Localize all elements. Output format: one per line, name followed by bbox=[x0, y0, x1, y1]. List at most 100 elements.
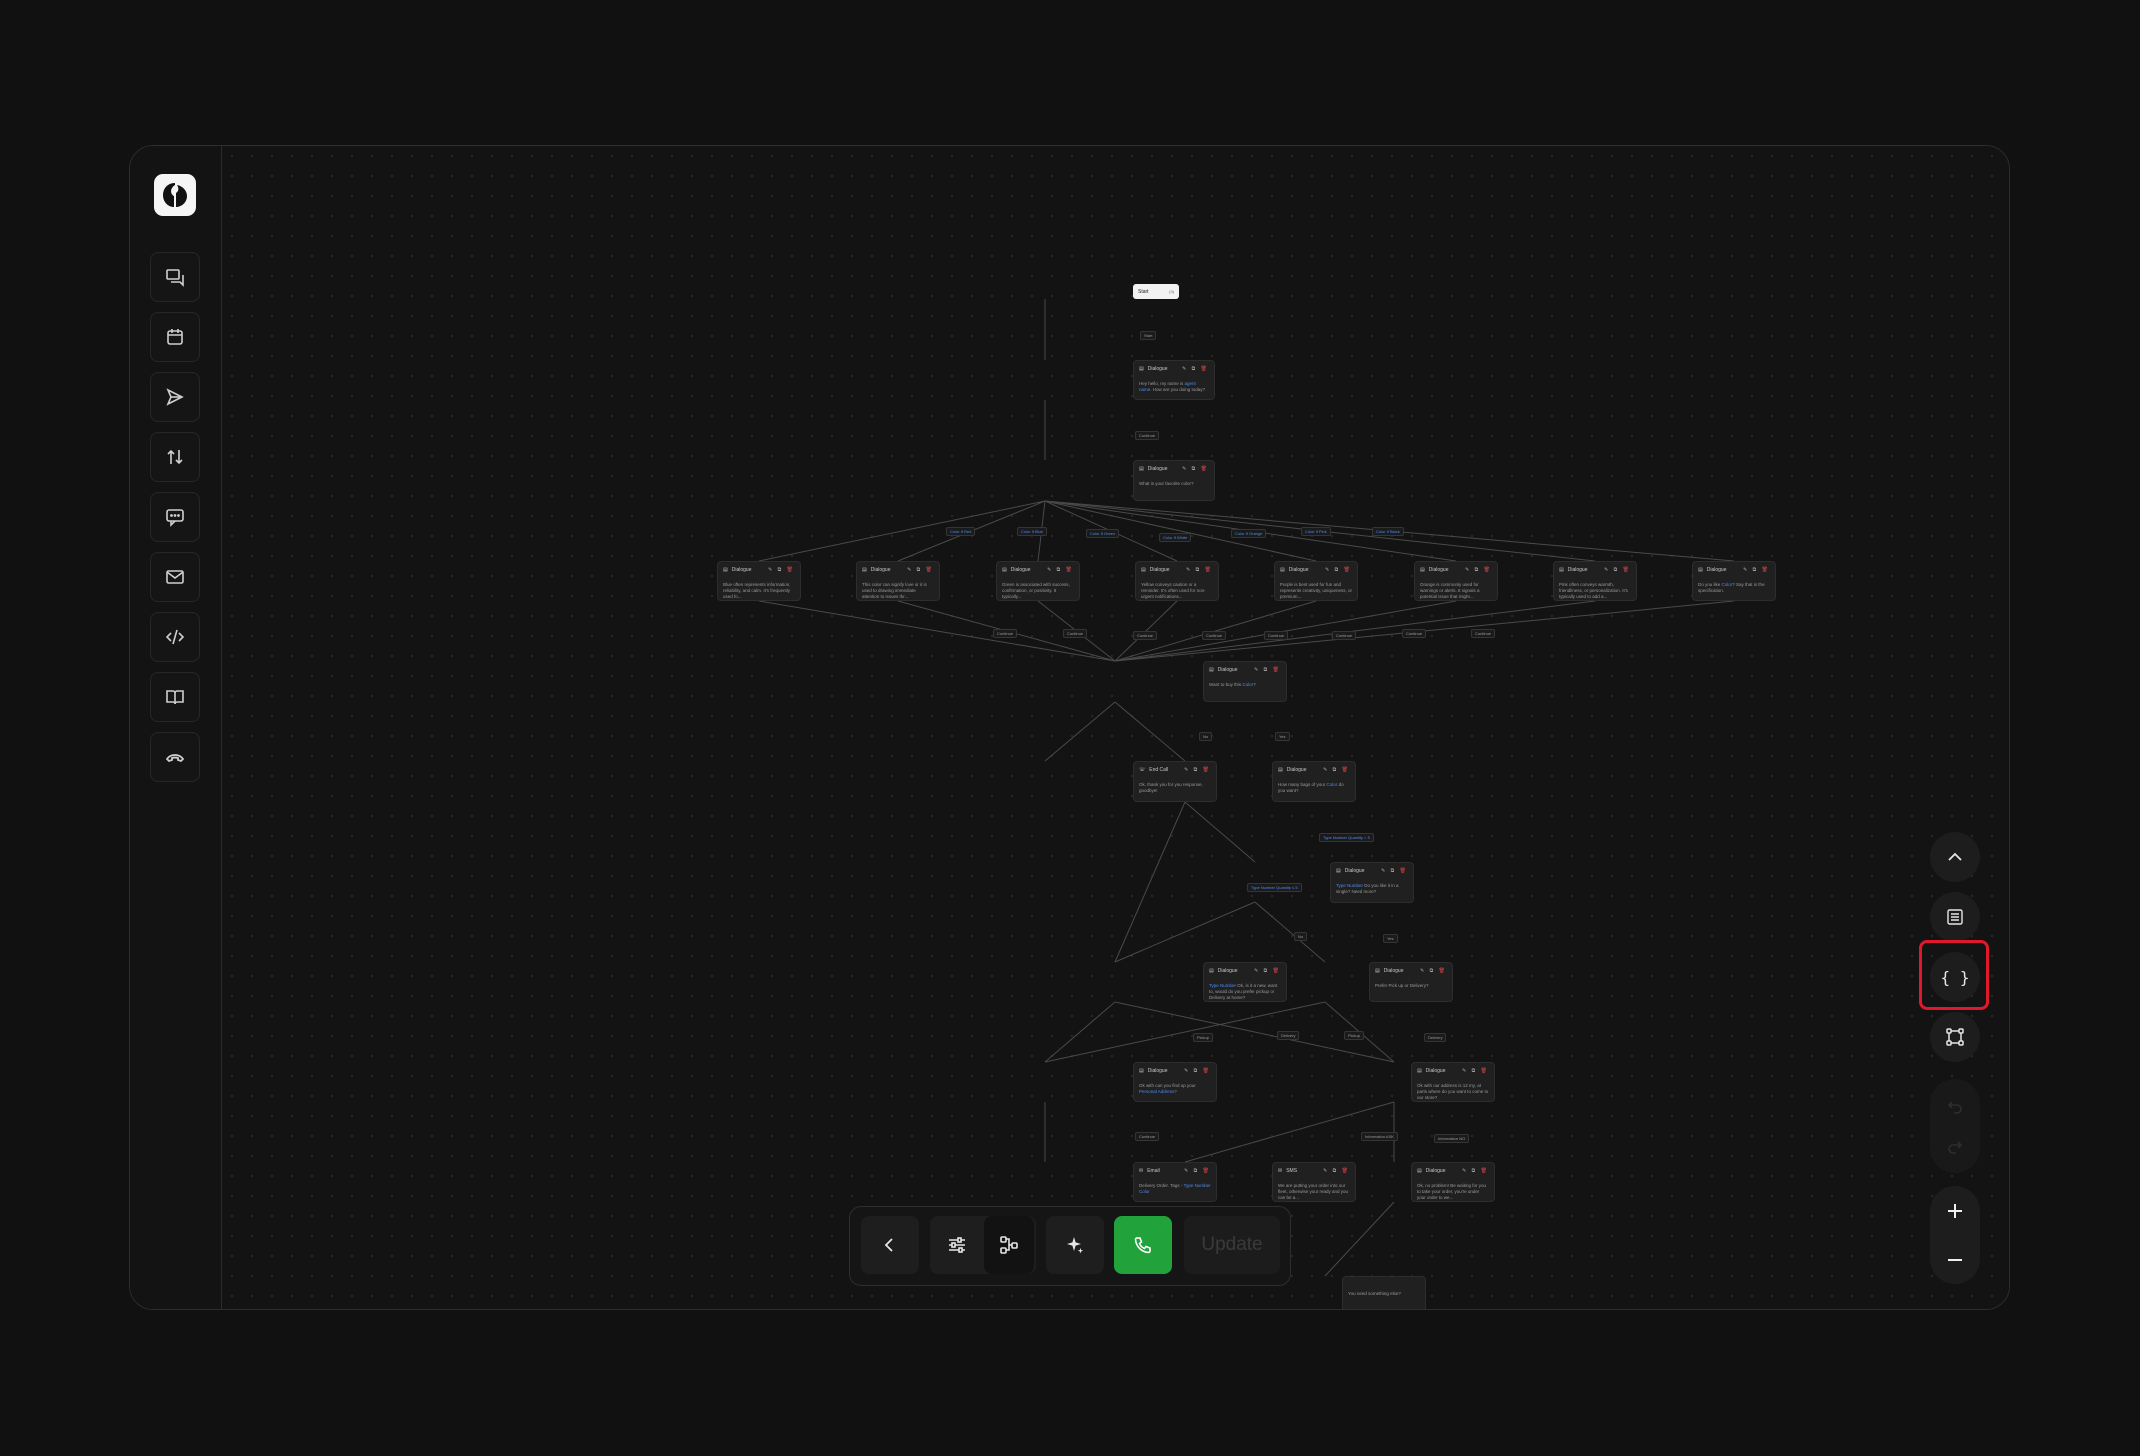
edge-label: No bbox=[1294, 932, 1308, 941]
flow-view-button[interactable] bbox=[984, 1216, 1034, 1274]
delete-icon[interactable]: 🗑 bbox=[1205, 567, 1213, 573]
edge-label: Continue bbox=[1133, 631, 1158, 640]
delete-icon[interactable]: 🗑 bbox=[1201, 466, 1209, 472]
delete-icon[interactable]: 🗑 bbox=[1481, 1168, 1489, 1174]
call-button[interactable] bbox=[1114, 1216, 1172, 1274]
flow-node-branch[interactable]: ▤ Dialogue ✎ ⧉ 🗑 Blue often represents inf… bbox=[717, 561, 801, 601]
edge-label: Information NO bbox=[1434, 1134, 1470, 1143]
edge-label: Color If Black bbox=[1372, 527, 1404, 536]
delete-icon[interactable]: 🗑 bbox=[1344, 567, 1352, 573]
flow-node-sms[interactable]: ✉ SMS ✎ ⧉ 🗑 We are putting your order into… bbox=[1272, 1162, 1356, 1202]
flow-node-branch[interactable]: ▤ Dialogue ✎ ⧉ 🗑 Do you like Color? Say th… bbox=[1692, 561, 1776, 601]
flow-node-greeting[interactable]: ▤ Dialogue ✎ ⧉ 🗑 Hey hello, my name is age… bbox=[1133, 360, 1215, 400]
node-actions[interactable]: ✎ ⧉ 🗑 bbox=[1182, 366, 1209, 372]
delete-icon[interactable]: 🗑 bbox=[1203, 767, 1211, 773]
mail-icon: ✉ bbox=[1139, 1168, 1144, 1174]
delete-icon[interactable]: 🗑 bbox=[1342, 1168, 1350, 1174]
edge-label: Continue bbox=[1135, 1132, 1160, 1141]
dialogue-icon: ▤ bbox=[1209, 968, 1214, 974]
edge-label: Information ASK bbox=[1361, 1132, 1398, 1141]
delete-icon[interactable]: 🗑 bbox=[1623, 567, 1631, 573]
delete-icon[interactable]: 🗑 bbox=[1203, 1068, 1211, 1074]
dialogue-icon: ▤ bbox=[1559, 567, 1564, 573]
nodes-icon[interactable] bbox=[1930, 1012, 1980, 1062]
edge-label: Continue bbox=[1202, 631, 1227, 640]
code-icon[interactable] bbox=[150, 612, 200, 662]
chevron-left-icon bbox=[884, 1238, 893, 1252]
plus-icon[interactable] bbox=[1930, 1186, 1980, 1235]
flow-node-branch[interactable]: ▤ Dialogue ✎ ⧉ 🗑 Purple is best used for f… bbox=[1274, 561, 1358, 601]
flow-node-branch[interactable]: ▤ Dialogue ✎ ⧉ 🗑 Pink often conveys warmth… bbox=[1553, 561, 1637, 601]
start-tag: (3) bbox=[1169, 289, 1174, 294]
dialogue-icon: ▤ bbox=[862, 567, 867, 573]
flow-node-email[interactable]: ✉ Email ✎ ⧉ 🗑 Delivery Order. Tags - Type … bbox=[1133, 1162, 1217, 1202]
back-button[interactable] bbox=[861, 1216, 919, 1274]
flow-node-address[interactable]: ▤ Dialogue ✎ ⧉ 🗑 Ok with can you find up y… bbox=[1133, 1062, 1217, 1102]
flow-node-prefer[interactable]: ▤ Dialogue ✎ ⧉ 🗑 Prefer Pick up or Deliver… bbox=[1369, 962, 1453, 1002]
dialogue-icon: ▤ bbox=[1139, 366, 1144, 372]
node-title: Dialogue bbox=[1147, 366, 1168, 372]
flow-canvas[interactable]: Start (3) Start ▤ Dialogue ✎ ⧉ 🗑 Hey hello… bbox=[222, 146, 2009, 1309]
delete-icon[interactable]: 🗑 bbox=[1484, 567, 1492, 573]
end-call-icon[interactable] bbox=[150, 732, 200, 782]
edge-label: Continue bbox=[1471, 629, 1496, 638]
zoom-controls bbox=[1930, 1186, 1980, 1284]
delete-icon[interactable]: 🗑 bbox=[1481, 1068, 1489, 1074]
book-icon[interactable] bbox=[150, 672, 200, 722]
send-icon[interactable] bbox=[150, 372, 200, 422]
delete-icon[interactable]: 🗑 bbox=[1762, 567, 1770, 573]
flow-node-single[interactable]: ▤ Dialogue ✎ ⧉ 🗑 Type Number Do you like i… bbox=[1330, 862, 1414, 903]
end-call-icon: ☏ bbox=[1139, 767, 1146, 773]
flow-node-store[interactable]: ▤ Dialogue ✎ ⧉ 🗑 Ok with our address is 12… bbox=[1411, 1062, 1495, 1102]
delete-icon[interactable]: 🗑 bbox=[926, 567, 934, 573]
ai-assist-button[interactable] bbox=[1046, 1216, 1104, 1274]
logo-icon[interactable] bbox=[154, 174, 196, 216]
dialogue-icon: ▤ bbox=[1139, 466, 1144, 472]
delete-icon[interactable]: 🗑 bbox=[1439, 968, 1447, 974]
dialogue-icon: ▤ bbox=[723, 567, 728, 573]
flow-node-branch[interactable]: ▤ Dialogue ✎ ⧉ 🗑 Orange is commonly used f… bbox=[1414, 561, 1498, 601]
calendar-icon[interactable] bbox=[150, 312, 200, 362]
start-node[interactable]: Start (3) bbox=[1133, 284, 1179, 299]
transfer-icon[interactable] bbox=[150, 432, 200, 482]
dialogue-icon: ▤ bbox=[1280, 567, 1285, 573]
flow-node-branch[interactable]: ▤ Dialogue ✎ ⧉ 🗑 This color can signify lo… bbox=[856, 561, 940, 601]
delete-icon[interactable]: 🗑 bbox=[1342, 767, 1350, 773]
chevron-up-icon[interactable] bbox=[1930, 832, 1980, 882]
chat-icon[interactable] bbox=[150, 492, 200, 542]
delete-icon[interactable]: 🗑 bbox=[1273, 667, 1281, 673]
sidebar bbox=[130, 146, 222, 1309]
flow-node-pickup-delivery[interactable]: ▤ Dialogue ✎ ⧉ 🗑 Type Number Ok, is it a n… bbox=[1203, 962, 1287, 1002]
document-icon[interactable] bbox=[1930, 892, 1980, 942]
delete-icon[interactable]: 🗑 bbox=[787, 567, 795, 573]
edge-label: Color If Red bbox=[946, 527, 976, 536]
mail-icon[interactable] bbox=[150, 552, 200, 602]
flow-node-branch[interactable]: ▤ Dialogue ✎ ⧉ 🗑 Yellow conveys caution or… bbox=[1135, 561, 1219, 601]
edge-label: Continue bbox=[1264, 631, 1289, 640]
dialogue-icon: ▤ bbox=[1420, 567, 1425, 573]
edge-label: Delivery bbox=[1424, 1033, 1447, 1042]
conversations-icon[interactable] bbox=[150, 252, 200, 302]
dialogue-icon: ▤ bbox=[1209, 667, 1214, 673]
edge-label: Continue bbox=[1135, 431, 1160, 440]
flow-node-quantity[interactable]: ▤ Dialogue ✎ ⧉ 🗑 How many bags of your Col… bbox=[1272, 761, 1356, 802]
delete-icon[interactable]: 🗑 bbox=[1203, 1168, 1211, 1174]
flow-node-branch[interactable]: ▤ Dialogue ✎ ⧉ 🗑 Green is associated with … bbox=[996, 561, 1080, 601]
flow-node-favorite-color[interactable]: ▤ Dialogue ✎ ⧉ 🗑 What is your favorite col… bbox=[1133, 460, 1215, 501]
flow-node-want-to-buy[interactable]: ▤ Dialogue ✎ ⧉ 🗑 Want to buy this Color? bbox=[1203, 661, 1287, 702]
flow-node-something-else[interactable]: You need something else? bbox=[1342, 1276, 1426, 1309]
flow-node-waiting[interactable]: ▤ Dialogue ✎ ⧉ 🗑 Ok, no problem! Be waitin… bbox=[1411, 1162, 1495, 1202]
update-button[interactable]: Update bbox=[1184, 1216, 1280, 1274]
delete-icon[interactable]: 🗑 bbox=[1273, 968, 1281, 974]
redo-icon[interactable] bbox=[1930, 1131, 1980, 1161]
sliders-icon bbox=[949, 1237, 965, 1253]
delete-icon[interactable]: 🗑 bbox=[1066, 567, 1074, 573]
settings-button[interactable] bbox=[932, 1216, 982, 1274]
undo-icon[interactable] bbox=[1930, 1091, 1980, 1121]
flow-node-end-call[interactable]: ☏ End Call ✎ ⧉ 🗑 Ok, thank you for you res… bbox=[1133, 761, 1217, 802]
delete-icon[interactable]: 🗑 bbox=[1400, 868, 1408, 874]
edge-label: Continue bbox=[1063, 629, 1088, 638]
flow-icon bbox=[1000, 1236, 1018, 1254]
delete-icon[interactable]: 🗑 bbox=[1201, 366, 1209, 372]
minus-icon[interactable] bbox=[1930, 1235, 1980, 1284]
